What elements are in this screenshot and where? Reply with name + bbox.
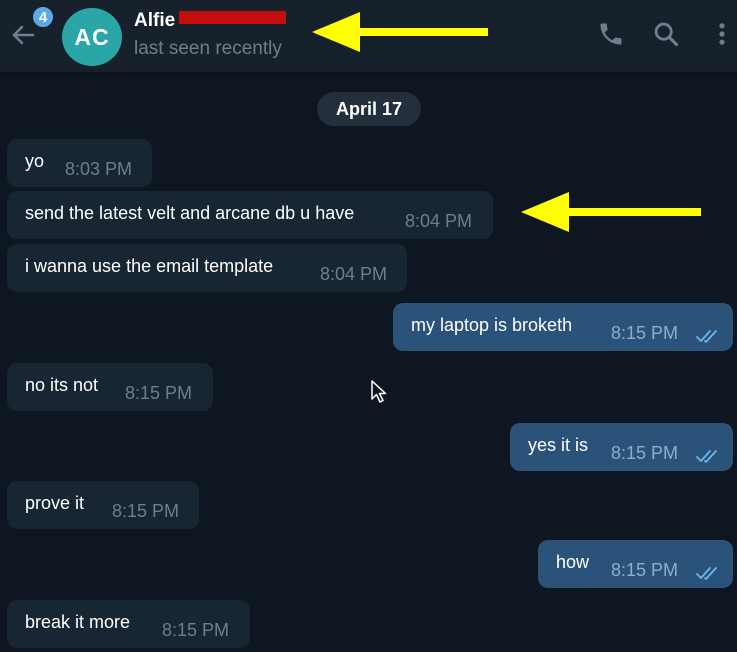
date-separator: April 17: [317, 92, 421, 126]
message-incoming[interactable]: no its not 8:15 PM: [7, 363, 213, 411]
message-time: 8:03 PM: [65, 159, 133, 179]
message-outgoing[interactable]: yes it is 8:15 PM: [510, 423, 733, 471]
message-time: 8:15 PM: [611, 323, 679, 343]
message-incoming[interactable]: yo 8:03 PM: [7, 139, 152, 187]
message-text: break it more: [25, 612, 131, 632]
mouse-cursor-icon: [371, 380, 387, 403]
message-time: 8:15 PM: [125, 383, 193, 403]
message-outgoing[interactable]: my laptop is broketh 8:15 PM: [393, 303, 733, 351]
unread-count-badge: 4: [31, 5, 55, 29]
double-check-icon: [696, 450, 717, 463]
redaction-bar: [179, 11, 286, 24]
double-check-icon: [696, 567, 717, 580]
message-time: 8:15 PM: [112, 501, 180, 521]
arrow-left-icon[interactable]: [10, 22, 36, 48]
search-icon[interactable]: [652, 20, 680, 48]
message-time: 8:15 PM: [162, 620, 230, 640]
annotation-arrow-icon: [521, 192, 701, 232]
message-incoming[interactable]: break it more 8:15 PM: [7, 600, 250, 648]
double-check-icon: [696, 330, 717, 343]
message-text: yo: [25, 151, 45, 171]
message-text: yes it is: [528, 435, 589, 455]
message-text: how: [556, 552, 590, 572]
message-text: no its not: [25, 375, 99, 395]
message-incoming[interactable]: prove it 8:15 PM: [7, 481, 199, 529]
phone-icon[interactable]: [597, 20, 625, 48]
more-vertical-icon[interactable]: [708, 20, 736, 48]
message-time: 8:04 PM: [320, 264, 388, 284]
message-text: prove it: [25, 493, 85, 513]
message-text: i wanna use the email template: [25, 256, 274, 276]
message-text: my laptop is broketh: [411, 315, 573, 335]
message-text: send the latest velt and arcane db u hav…: [25, 203, 355, 223]
contact-name[interactable]: Alfie: [134, 10, 175, 32]
message-time: 8:15 PM: [611, 560, 679, 580]
message-time: 8:04 PM: [405, 211, 473, 231]
annotation-arrow-icon: [312, 12, 488, 52]
contact-status: last seen recently: [134, 38, 282, 59]
avatar[interactable]: AC: [62, 8, 122, 66]
message-incoming[interactable]: send the latest velt and arcane db u hav…: [7, 191, 493, 239]
message-time: 8:15 PM: [611, 443, 679, 463]
message-outgoing[interactable]: how 8:15 PM: [538, 540, 733, 588]
message-incoming[interactable]: i wanna use the email template 8:04 PM: [7, 244, 407, 292]
